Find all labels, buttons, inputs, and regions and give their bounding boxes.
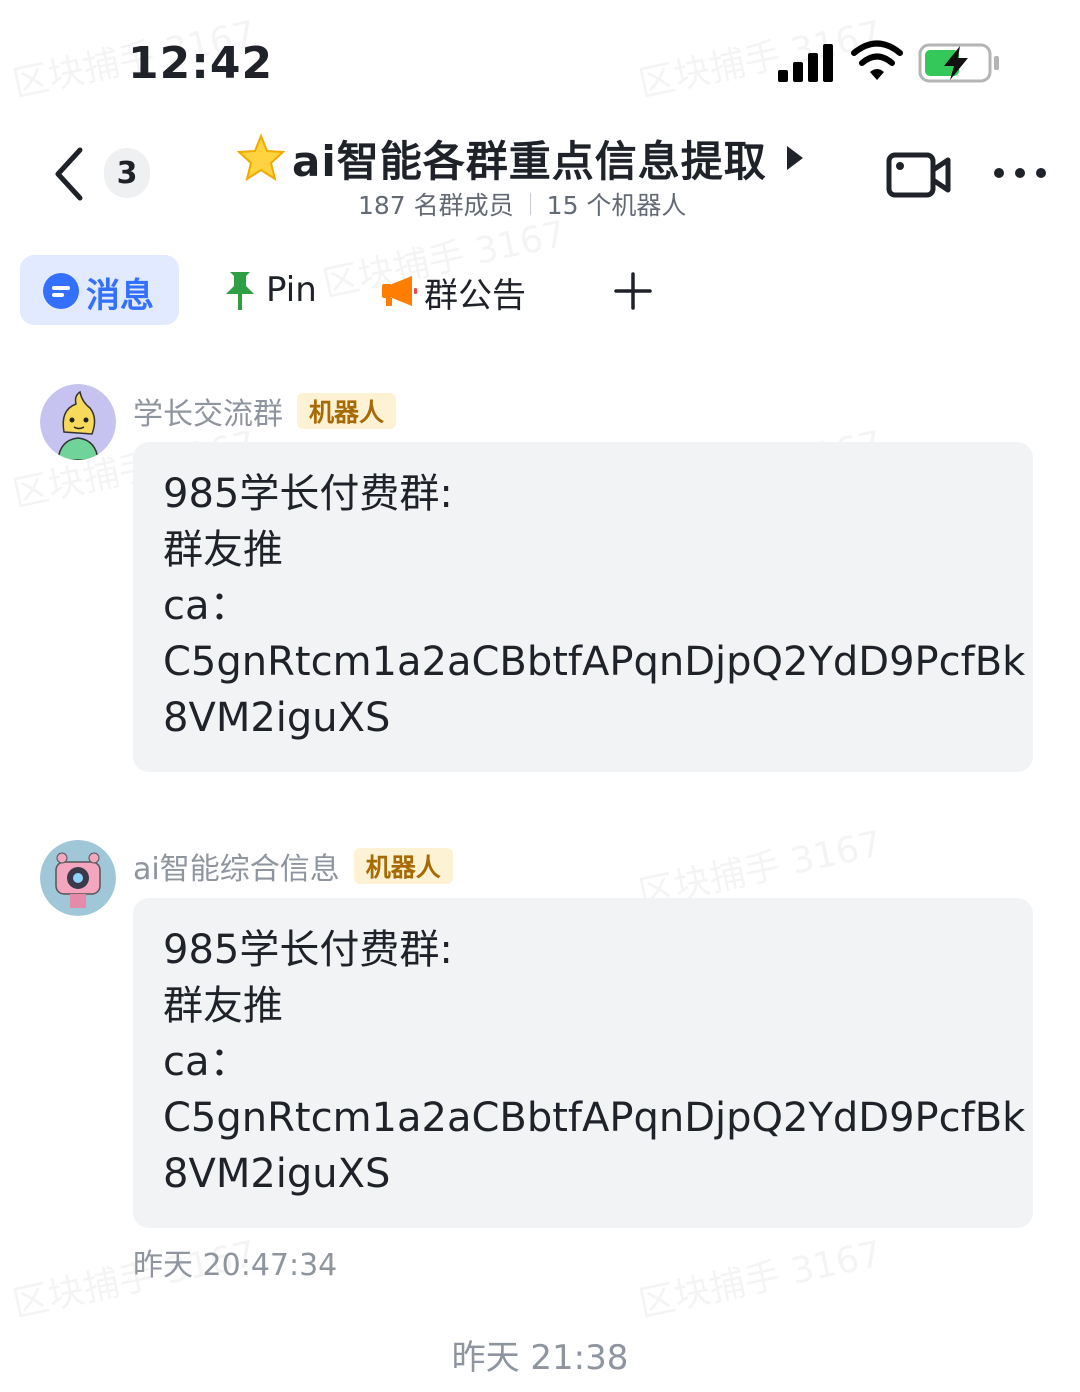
- member-count: 187 名群成员: [358, 191, 514, 220]
- message-header: 学长交流群 机器人: [133, 389, 397, 433]
- chat-subtitle: 187 名群成员 15 个机器人: [358, 186, 686, 222]
- tab-announcement-label[interactable]: 群公告: [424, 268, 526, 317]
- bot-count: 15 个机器人: [546, 191, 687, 220]
- message-line: 群友推: [163, 527, 283, 573]
- message-bubble-icon: [43, 273, 79, 309]
- message-line: ca：: [163, 1039, 250, 1085]
- tab-messages-label[interactable]: 消息: [86, 268, 154, 317]
- back-chevron-icon[interactable]: [50, 146, 90, 202]
- announcement-megaphone-icon[interactable]: [380, 274, 418, 308]
- time-divider: 昨天 21:38: [451, 1338, 629, 1378]
- message-bubble[interactable]: 985学长付费群: 群友推 ca： C5gnRtcm1a2aCBbtfAPqnD…: [133, 442, 1033, 772]
- chat-title-bar[interactable]: ai智能各群重点信息提取: [236, 128, 805, 188]
- message-line: 8VM2iguXS: [163, 695, 391, 741]
- add-tab-icon[interactable]: [614, 272, 652, 310]
- message-line: 8VM2iguXS: [163, 1151, 391, 1197]
- robot-tag: 机器人: [353, 848, 453, 884]
- star-emoji-icon: [236, 133, 286, 182]
- caret-right-icon: [786, 146, 803, 170]
- chat-title: ai智能各群重点信息提取: [292, 136, 767, 186]
- message-line: C5gnRtcm1a2aCBbtfAPqnDjpQ2YdD9PcfBk: [163, 1095, 1026, 1141]
- tab-pin-label[interactable]: Pin: [266, 270, 317, 310]
- avatar[interactable]: [40, 384, 116, 460]
- message-header: ai智能综合信息 机器人: [133, 844, 453, 888]
- watermark: 区块捕手 3167: [633, 5, 885, 107]
- unread-count-badge[interactable]: 3: [104, 148, 150, 198]
- message-bubble[interactable]: 985学长付费群: 群友推 ca： C5gnRtcm1a2aCBbtfAPqnD…: [133, 898, 1033, 1228]
- cellular-signal-icon: [778, 44, 833, 82]
- more-options-icon[interactable]: [990, 164, 1050, 182]
- wifi-icon: [851, 40, 903, 80]
- watermark: 区块捕手 3167: [633, 1225, 885, 1327]
- robot-tag: 机器人: [297, 393, 397, 429]
- battery-charging-icon: [918, 43, 999, 83]
- pin-icon[interactable]: [222, 270, 258, 312]
- divider: [529, 193, 531, 215]
- message-line: 群友推: [163, 983, 283, 1029]
- message-line: 985学长付费群:: [163, 471, 453, 517]
- message-timestamp: 昨天 20:47:34: [133, 1248, 338, 1283]
- message-line: C5gnRtcm1a2aCBbtfAPqnDjpQ2YdD9PcfBk: [163, 639, 1026, 685]
- message-line: 985学长付费群:: [163, 927, 453, 973]
- sender-name[interactable]: ai智能综合信息: [133, 844, 340, 888]
- avatar[interactable]: [40, 840, 116, 916]
- message-line: ca：: [163, 583, 250, 629]
- status-time: 12:42: [128, 38, 274, 89]
- sender-name[interactable]: 学长交流群: [133, 389, 283, 433]
- video-call-icon[interactable]: [886, 150, 952, 200]
